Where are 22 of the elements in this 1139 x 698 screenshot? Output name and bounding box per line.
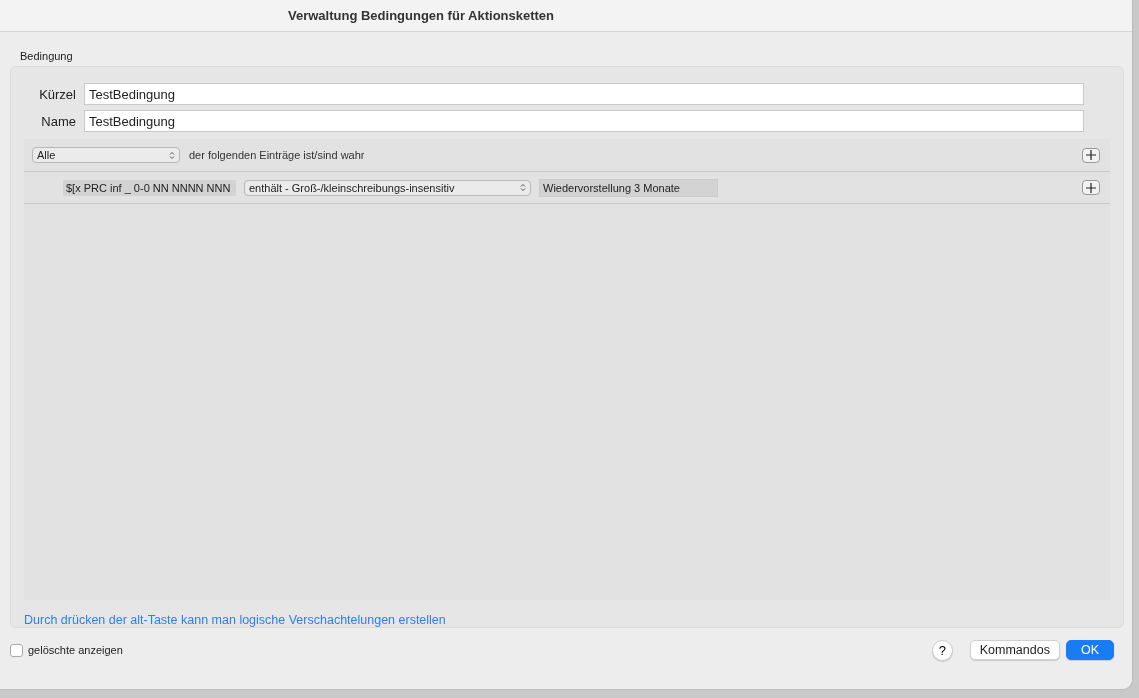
- input-field[interactable]: TestBedingung: [84, 110, 1084, 132]
- command-button[interactable]: Kommandos: [969, 640, 1060, 660]
- value-field[interactable]: Wiedervorstellung 3 Monate: [539, 178, 718, 197]
- match-text: der folgenden Einträge ist/sind wahr: [189, 149, 365, 161]
- add-button[interactable]: [1082, 180, 1100, 195]
- help-button[interactable]: ?: [931, 639, 953, 661]
- checkbox-label: gelöschte anzeigen: [28, 644, 123, 656]
- chevron-icon: [520, 183, 526, 192]
- plus-icon: [1086, 150, 1096, 160]
- checkbox[interactable]: [10, 643, 23, 657]
- ok-button[interactable]: OK: [1065, 640, 1114, 660]
- operator-dropdown[interactable]: enthält - Groß-/kleinschreibungs-insensitiv: [244, 179, 531, 196]
- field-label: Name: [40, 113, 76, 129]
- match-dropdown[interactable]: Alle: [32, 147, 180, 163]
- add-button[interactable]: [1082, 147, 1100, 163]
- token-field[interactable]: $[x PRC inf _ 0-0 NN NNNN NNN: [63, 179, 236, 196]
- field-label: Kürzel: [38, 86, 76, 102]
- group-label: Bedingung: [20, 50, 74, 62]
- plus-icon: [1086, 182, 1096, 193]
- input-field[interactable]: TestBedingung: [84, 83, 1084, 105]
- chevron-icon: [169, 150, 175, 160]
- window-title: Verwaltung Bedingungen für Aktionsketten: [288, 8, 555, 23]
